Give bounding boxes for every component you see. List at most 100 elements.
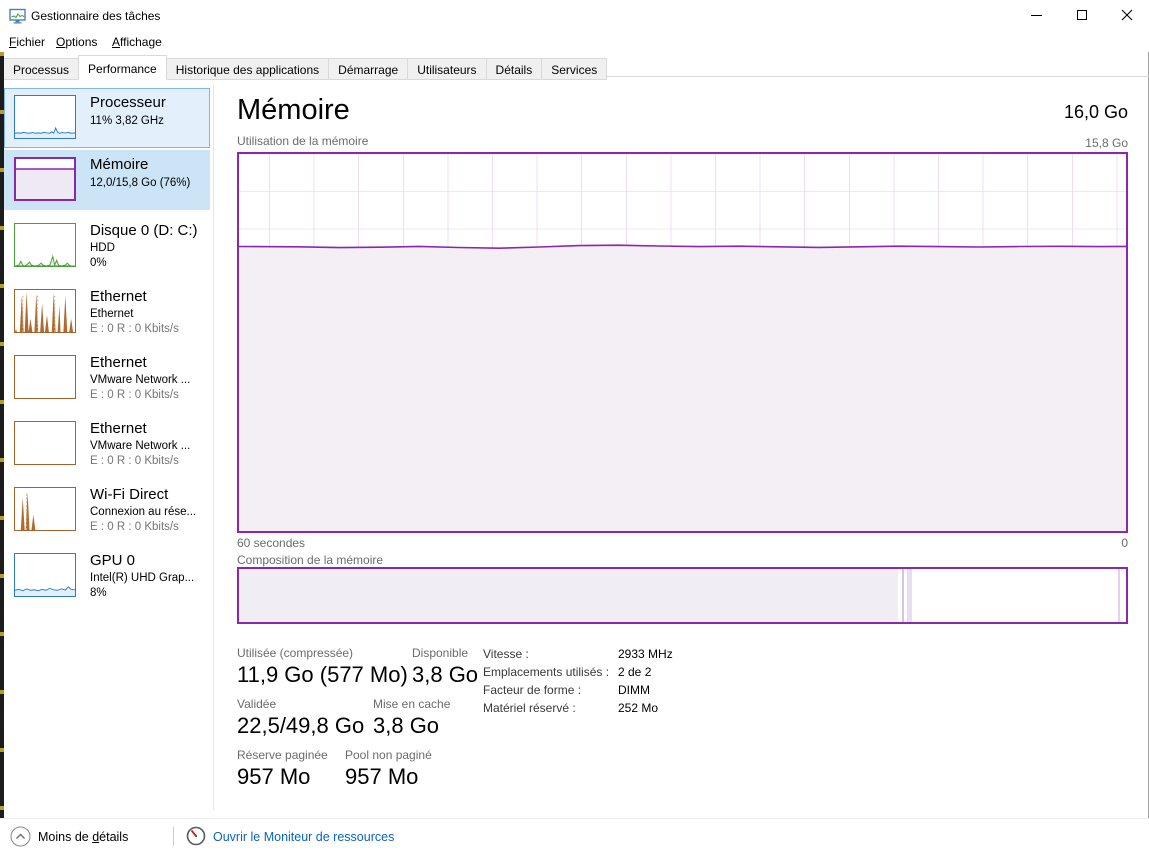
sidebar-item-detail: Intel(R) UHD Grap...: [90, 572, 194, 584]
tab-details[interactable]: Détails: [486, 58, 543, 80]
tab-performance[interactable]: Performance: [78, 55, 167, 80]
detail-value-slots: 2 de 2: [618, 665, 651, 679]
sidebar-item-title: Ethernet: [90, 288, 147, 305]
toggle-label: Moins de: [38, 830, 92, 844]
sidebar-item-detail: E : 0 R : 0 Kbits/s: [90, 521, 179, 533]
tab-processus[interactable]: Processus: [3, 58, 79, 80]
detail-value-form-factor: DIMM: [618, 683, 650, 697]
sidebar-item-detail: E : 0 R : 0 Kbits/s: [90, 389, 179, 401]
memory-usage-chart: [237, 152, 1128, 533]
close-button[interactable]: [1104, 1, 1149, 29]
tab-historique[interactable]: Historique des applications: [166, 58, 329, 80]
sidebar-item-detail: HDD: [90, 242, 115, 254]
detail-label-speed: Vitesse :: [483, 647, 529, 661]
resource-monitor-icon: [186, 826, 206, 846]
title-bar: Gestionnaire des tâches: [0, 0, 1149, 30]
tab-demarrage[interactable]: Démarrage: [328, 58, 408, 80]
composition-modified-segment: [907, 569, 912, 622]
composition-label: Composition de la mémoire: [237, 553, 383, 567]
gpu-graph-thumbnail: [14, 553, 76, 597]
sidebar-item-detail: VMware Network ...: [90, 440, 190, 452]
stat-label-available: Disponible: [412, 646, 468, 660]
maximize-button[interactable]: [1059, 1, 1104, 29]
tab-services[interactable]: Services: [541, 58, 607, 80]
composition-free-divider: [1118, 569, 1120, 622]
menu-label: ptions: [65, 35, 97, 49]
sidebar-item-detail: VMware Network ...: [90, 374, 190, 386]
sidebar-item-detail: E : 0 R : 0 Kbits/s: [90, 323, 179, 335]
sidebar-item-title: Wi-Fi Direct: [90, 486, 168, 503]
menu-affichage[interactable]: Affichage: [108, 33, 166, 51]
sidebar-divider: [213, 85, 214, 810]
usage-chart-max-label: 15,8 Go: [1085, 136, 1128, 150]
sidebar-item-detail: 0%: [90, 257, 107, 269]
sidebar-item-title: Disque 0 (D: C:): [90, 222, 198, 239]
sidebar-item-detail: E : 0 R : 0 Kbits/s: [90, 455, 179, 467]
stat-value-cached: 3,8 Go: [373, 713, 439, 739]
minimize-button[interactable]: [1014, 1, 1059, 29]
memory-usage-line: [239, 154, 1126, 531]
menu-fichier[interactable]: Fichier: [5, 33, 49, 51]
menu-bar: Fichier Options Affichage: [0, 30, 1149, 52]
stat-label-nonpaged-pool: Pool non paginé: [345, 748, 432, 762]
detail-value-reserved: 252 Mo: [618, 701, 658, 715]
memory-graph-thumbnail: [14, 157, 76, 201]
network-graph-thumbnail: [14, 421, 76, 465]
tab-utilisateurs[interactable]: Utilisateurs: [407, 58, 486, 80]
stat-label-used: Utilisée (compressée): [237, 646, 353, 660]
sidebar-item-cpu[interactable]: Processeur 11% 3,82 GHz: [4, 88, 210, 148]
sidebar-item-ethernet-1[interactable]: Ethernet Ethernet E : 0 R : 0 Kbits/s: [4, 282, 210, 342]
fewer-details-button[interactable]: Moins de détails: [38, 830, 128, 844]
usage-chart-label: Utilisation de la mémoire: [237, 134, 368, 148]
stat-label-committed: Validée: [237, 697, 276, 711]
memory-composition-bar: [237, 567, 1128, 624]
sidebar-item-title: Ethernet: [90, 420, 147, 437]
chart-zero-label: 0: [1121, 536, 1128, 550]
sidebar-item-detail: Ethernet: [90, 308, 133, 320]
stat-label-paged-pool: Réserve paginée: [237, 748, 328, 762]
stat-value-committed: 22,5/49,8 Go: [237, 713, 364, 739]
task-manager-window: Gestionnaire des tâches Fichier Options …: [0, 0, 1149, 860]
footer-separator: [173, 827, 174, 846]
detail-label-reserved: Matériel réservé :: [483, 701, 576, 715]
detail-value-speed: 2933 MHz: [618, 647, 673, 661]
sidebar-item-ethernet-2[interactable]: Ethernet VMware Network ... E : 0 R : 0 …: [4, 348, 210, 408]
sidebar-item-detail: 11% 3,82 GHz: [90, 115, 164, 127]
sidebar-item-title: Mémoire: [90, 156, 148, 173]
maximize-icon: [1077, 10, 1087, 20]
sidebar-item-gpu0[interactable]: GPU 0 Intel(R) UHD Grap... 8%: [4, 546, 210, 606]
chevron-up-circle-icon[interactable]: [10, 826, 31, 847]
composition-used-segment: [239, 569, 898, 622]
stat-value-used: 11,9 Go (577 Mo): [237, 662, 408, 688]
disk-graph-thumbnail: [14, 223, 76, 267]
stat-value-available: 3,8 Go: [412, 662, 478, 688]
chart-time-label: 60 secondes: [237, 536, 305, 550]
open-resource-monitor-link[interactable]: Ouvrir le Moniteur de ressources: [213, 830, 394, 844]
app-icon: [9, 7, 26, 24]
sidebar-item-title: Ethernet: [90, 354, 147, 371]
minimize-icon: [1031, 15, 1042, 16]
footer-bar: Moins de détails Ouvrir le Moniteur de r…: [0, 818, 1149, 860]
sidebar-item-title: GPU 0: [90, 552, 135, 569]
sidebar-item-disk0[interactable]: Disque 0 (D: C:) HDD 0%: [4, 216, 210, 276]
menu-accel: O: [56, 35, 65, 49]
menu-label: ichier: [16, 35, 45, 49]
stat-value-nonpaged-pool: 957 Mo: [345, 764, 418, 790]
menu-accel: A: [112, 35, 120, 49]
stat-label-cached: Mise en cache: [373, 697, 450, 711]
network-graph-thumbnail: [14, 487, 76, 531]
menu-options[interactable]: Options: [52, 33, 101, 51]
sidebar-item-detail: 12,0/15,8 Go (76%): [90, 177, 190, 189]
sidebar-item-ethernet-3[interactable]: Ethernet VMware Network ... E : 0 R : 0 …: [4, 414, 210, 474]
sidebar-item-wifi-direct[interactable]: Wi-Fi Direct Connexion au rése... E : 0 …: [4, 480, 210, 540]
tab-bar: Processus Performance Historique des app…: [3, 55, 606, 80]
toggle-label: étails: [99, 830, 128, 844]
network-graph-thumbnail: [14, 289, 76, 333]
page-title: Mémoire: [237, 94, 350, 127]
sidebar-item-memory[interactable]: Mémoire 12,0/15,8 Go (76%): [4, 150, 210, 210]
sidebar-item-detail: 8%: [90, 587, 107, 599]
close-icon: [1121, 9, 1133, 21]
sidebar-item-detail: Connexion au rése...: [90, 506, 196, 518]
detail-label-slots: Emplacements utilisés :: [483, 665, 609, 679]
composition-divider: [902, 569, 904, 622]
